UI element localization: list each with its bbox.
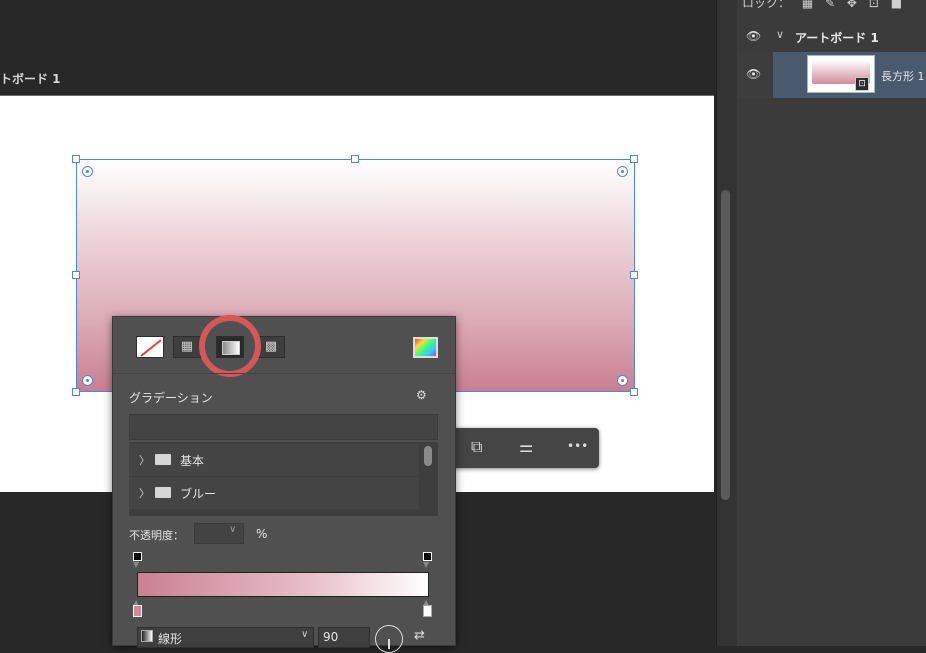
resize-handle-top-right[interactable] <box>630 155 638 163</box>
visibility-eye-icon[interactable]: 👁 <box>746 29 761 43</box>
section-title: グラデーション <box>129 391 213 405</box>
lock-toolbar: ロック： ▦ ✎ ✥ ⊡ ■ <box>742 0 910 11</box>
pattern-icon: ▩ <box>264 339 278 354</box>
corner-radius-handle-top-left[interactable] <box>82 166 93 177</box>
chevron-right-icon[interactable]: 〉 <box>139 485 150 501</box>
artboard-layer-name[interactable]: アートボード 1 <box>795 29 879 46</box>
preset-search-field[interactable] <box>129 414 438 440</box>
lock-position-icon[interactable]: ✥ <box>847 0 857 10</box>
fill-none-button[interactable] <box>136 336 164 358</box>
preset-folder-label[interactable]: ブルー <box>180 485 216 502</box>
resize-handle-top-left[interactable] <box>72 155 80 163</box>
artboard-title[interactable]: トボード 1 <box>0 70 61 87</box>
divider <box>113 373 455 374</box>
resize-handle-left[interactable] <box>72 271 80 279</box>
more-icon[interactable]: ••• <box>567 439 588 453</box>
stop-pointer-icon: ▼ <box>423 560 430 569</box>
lock-artboard-icon[interactable]: ⊡ <box>869 0 879 10</box>
angle-value[interactable]: 90 <box>323 630 338 644</box>
color-picker-icon[interactable] <box>413 337 438 358</box>
swatches-grid-icon: ▦ <box>180 339 194 354</box>
preset-folder-row[interactable] <box>129 477 419 509</box>
duplicate-icon[interactable]: ⧉ <box>471 437 482 457</box>
expand-chevron-icon[interactable]: ∨ <box>776 28 784 41</box>
linear-gradient-icon <box>141 630 153 642</box>
lock-transparency-icon[interactable]: ▦ <box>802 0 813 10</box>
color-stop-right[interactable] <box>423 605 432 617</box>
fill-solid-button[interactable]: ▦ <box>173 336 201 358</box>
highlight-circle-annotation <box>199 315 261 377</box>
visibility-eye-icon[interactable]: 👁 <box>746 67 761 81</box>
shape-layer-badge-icon: ⊡ <box>855 77 869 91</box>
gear-icon[interactable]: ⚙ <box>416 388 427 402</box>
adjust-icon[interactable]: ⚌ <box>519 437 533 456</box>
color-stop-left[interactable] <box>133 605 142 617</box>
chevron-right-icon[interactable]: 〉 <box>139 452 150 468</box>
chevron-down-icon[interactable]: ∨ <box>301 629 308 640</box>
resize-handle-top[interactable] <box>351 155 359 163</box>
resize-handle-bottom-left[interactable] <box>72 388 80 396</box>
opacity-input[interactable] <box>194 523 244 544</box>
scrollbar-thumb[interactable] <box>424 446 432 466</box>
lock-all-icon[interactable]: ■ <box>891 0 902 10</box>
preset-folder-row[interactable] <box>129 444 419 476</box>
gradient-preview-bar[interactable] <box>137 572 429 597</box>
angle-dial[interactable] <box>375 625 403 653</box>
reverse-gradient-icon[interactable]: ⇄ <box>414 628 425 643</box>
percent-unit: % <box>256 527 268 541</box>
corner-radius-handle-bottom-right[interactable] <box>617 375 628 386</box>
opacity-label: 不透明度： <box>129 529 184 542</box>
corner-radius-handle-bottom-left[interactable] <box>82 375 93 386</box>
resize-handle-bottom-right[interactable] <box>630 388 638 396</box>
resize-handle-right[interactable] <box>630 271 638 279</box>
layer-name[interactable]: 長方形 1 <box>881 68 925 84</box>
stop-pointer-icon: ▼ <box>133 560 140 569</box>
chevron-down-icon[interactable]: ∨ <box>229 524 236 535</box>
scrollbar-thumb[interactable] <box>721 190 730 500</box>
folder-icon <box>155 487 171 498</box>
no-fill-icon <box>140 339 162 357</box>
lock-paint-icon[interactable]: ✎ <box>825 0 835 10</box>
lock-label: ロック： <box>742 0 791 10</box>
corner-radius-handle-top-right[interactable] <box>617 166 628 177</box>
gradient-type-value[interactable]: 線形 <box>158 630 182 647</box>
folder-icon <box>155 454 171 465</box>
fill-pattern-button[interactable]: ▩ <box>257 336 285 358</box>
preset-folder-label[interactable]: 基本 <box>180 452 204 469</box>
